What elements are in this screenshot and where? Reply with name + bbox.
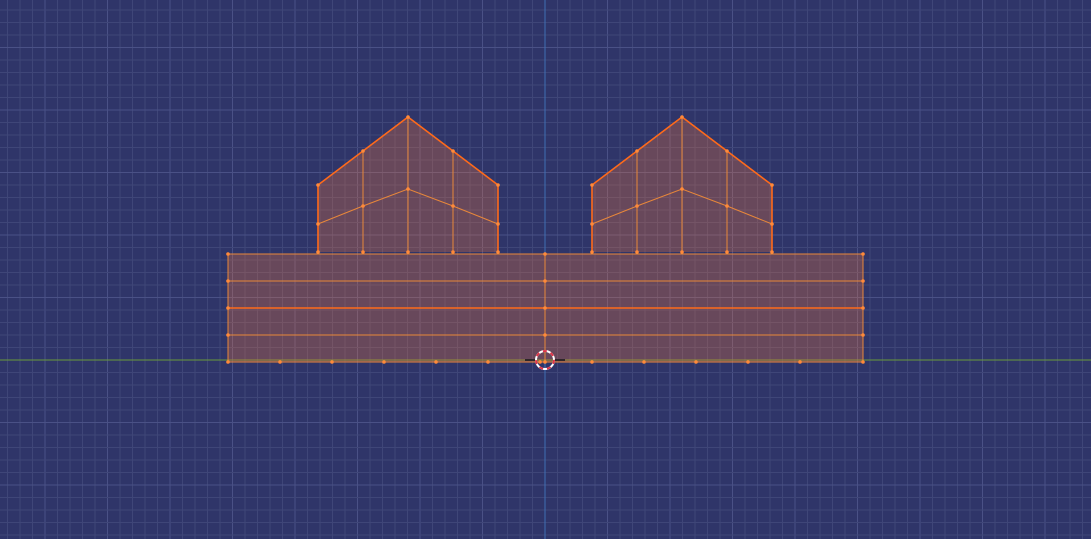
mesh-vertex[interactable] (451, 204, 455, 208)
mesh-vertex[interactable] (590, 250, 594, 254)
mesh-vertex[interactable] (543, 279, 547, 283)
mesh-vertex[interactable] (382, 360, 386, 364)
mesh-vertex[interactable] (635, 149, 639, 153)
mesh-vertex[interactable] (496, 250, 500, 254)
mesh-vertex[interactable] (798, 360, 802, 364)
mesh-vertex[interactable] (694, 360, 698, 364)
mesh-vertex[interactable] (590, 360, 594, 364)
viewport-canvas[interactable] (0, 0, 1091, 539)
mesh-vertex[interactable] (635, 204, 639, 208)
mesh-vertex[interactable] (316, 183, 320, 187)
mesh-vertex[interactable] (361, 149, 365, 153)
mesh-vertex[interactable] (496, 222, 500, 226)
mesh-vertex[interactable] (406, 115, 410, 119)
mesh-vertex[interactable] (316, 222, 320, 226)
mesh-vertex[interactable] (861, 360, 865, 364)
mesh-vertex[interactable] (543, 360, 547, 364)
mesh-vertex[interactable] (746, 360, 750, 364)
mesh-vertex[interactable] (434, 360, 438, 364)
mesh-vertex[interactable] (725, 204, 729, 208)
3d-viewport[interactable] (0, 0, 1091, 539)
mesh-vertex[interactable] (680, 250, 684, 254)
mesh-vertex[interactable] (861, 279, 865, 283)
mesh-vertex[interactable] (861, 306, 865, 310)
mesh-vertex[interactable] (451, 149, 455, 153)
mesh-vertex[interactable] (361, 250, 365, 254)
mesh-vertex[interactable] (543, 333, 547, 337)
mesh-vertex[interactable] (451, 250, 455, 254)
mesh-vertex[interactable] (538, 360, 542, 364)
mesh-vertex[interactable] (590, 183, 594, 187)
mesh-vertex[interactable] (680, 115, 684, 119)
mesh-vertex[interactable] (226, 252, 230, 256)
mesh-vertex[interactable] (770, 183, 774, 187)
mesh-vertex[interactable] (543, 252, 547, 256)
mesh-vertex[interactable] (642, 360, 646, 364)
mesh-vertex[interactable] (496, 183, 500, 187)
mesh-vertex[interactable] (406, 187, 410, 191)
mesh-vertex[interactable] (543, 306, 547, 310)
mesh-vertex[interactable] (316, 250, 320, 254)
mesh-vertex[interactable] (861, 252, 865, 256)
mesh-vertex[interactable] (361, 204, 365, 208)
mesh-vertex[interactable] (226, 279, 230, 283)
mesh-vertex[interactable] (278, 360, 282, 364)
mesh-vertex[interactable] (330, 360, 334, 364)
mesh-vertex[interactable] (861, 333, 865, 337)
mesh-vertex[interactable] (406, 250, 410, 254)
mesh-vertex[interactable] (226, 306, 230, 310)
mesh-vertex[interactable] (635, 250, 639, 254)
mesh-vertex[interactable] (770, 222, 774, 226)
mesh-vertex[interactable] (226, 333, 230, 337)
mesh-vertex[interactable] (680, 187, 684, 191)
mesh-vertex[interactable] (590, 222, 594, 226)
mesh-vertex[interactable] (725, 250, 729, 254)
mesh-vertex[interactable] (226, 360, 230, 364)
mesh-vertex[interactable] (486, 360, 490, 364)
mesh-vertex[interactable] (725, 149, 729, 153)
mesh-vertex[interactable] (770, 250, 774, 254)
